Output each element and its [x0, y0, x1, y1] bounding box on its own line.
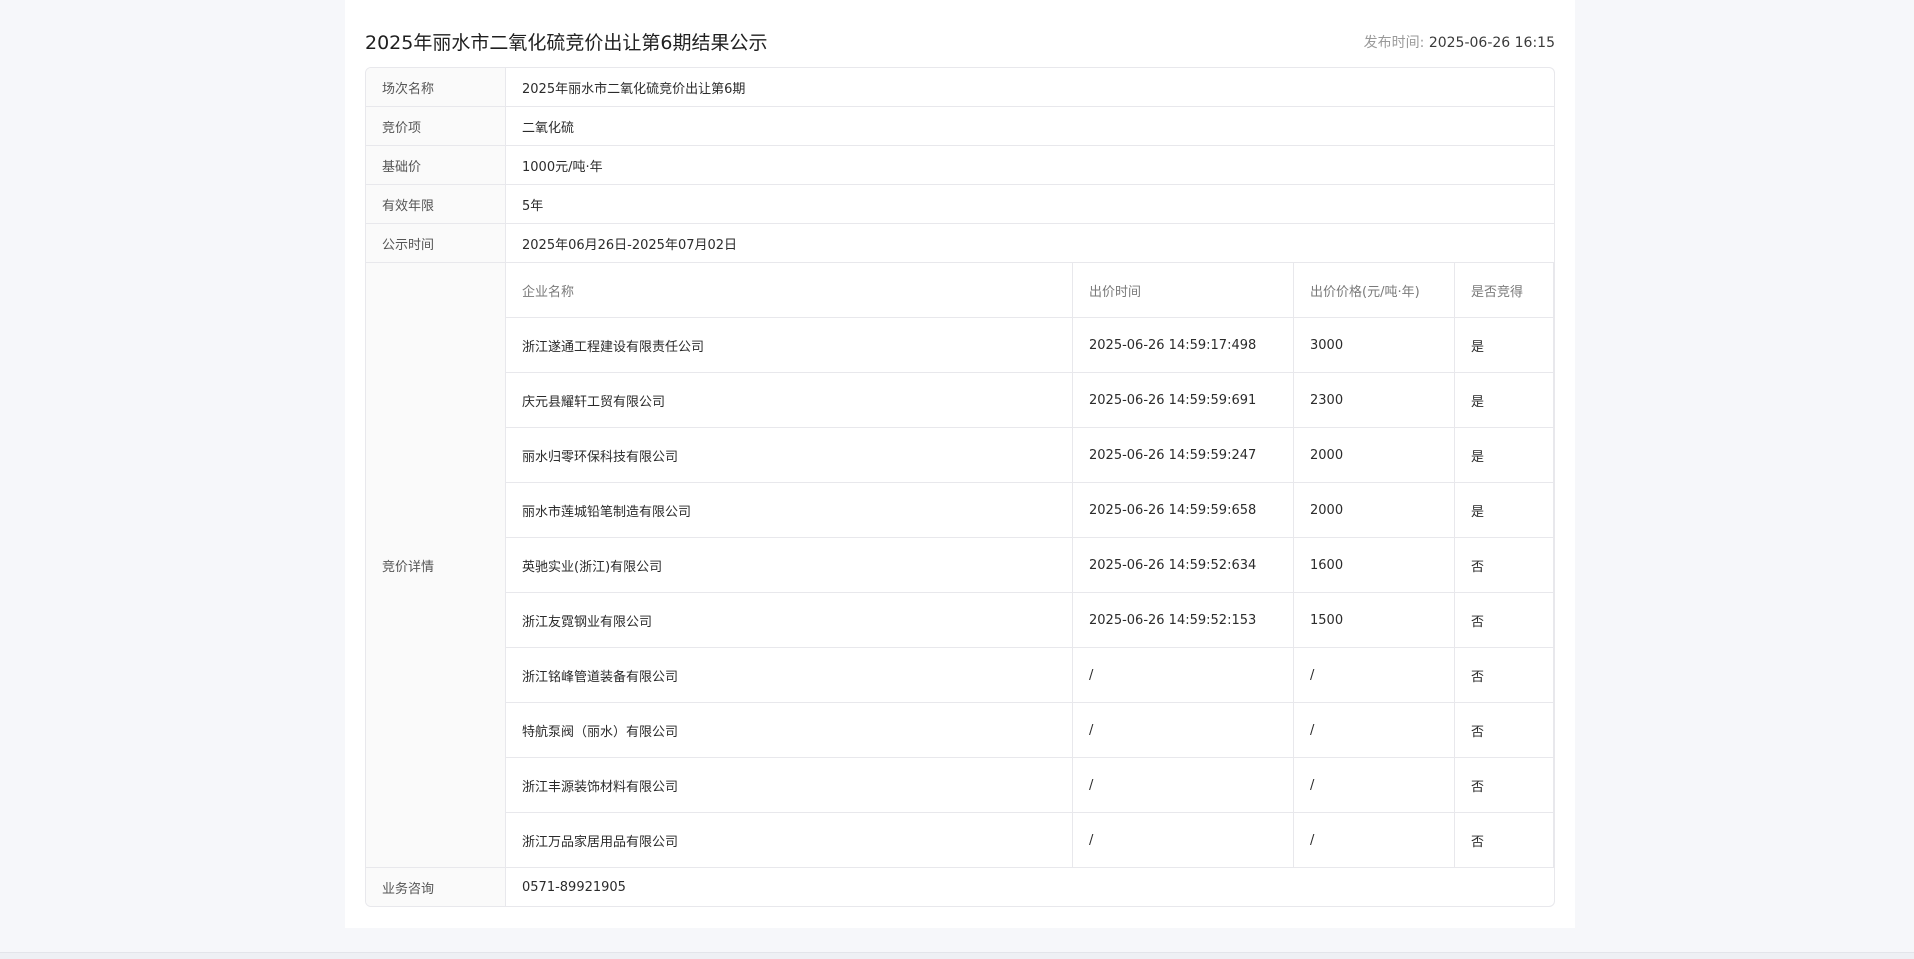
info-row-base-price: 基础价 1000元/吨·年	[366, 146, 1554, 185]
bid-time-cell: 2025-06-26 14:59:52:634	[1072, 537, 1294, 593]
page-title: 2025年丽水市二氧化硫竞价出让第6期结果公示	[365, 32, 768, 54]
info-row-item: 竞价项 二氧化硫	[366, 107, 1554, 146]
company-cell: 丽水归零环保科技有限公司	[506, 427, 1073, 483]
notice-period-value: 2025年06月26日-2025年07月02日	[522, 237, 738, 253]
table-row: 浙江遂通工程建设有限责任公司 2025-06-26 14:59:17:498 3…	[506, 317, 1554, 373]
bid-price-cell: /	[1293, 702, 1455, 758]
bid-time-cell: 2025-06-26 14:59:59:658	[1072, 482, 1294, 538]
bid-price-cell: /	[1293, 812, 1455, 867]
won-cell: 否	[1454, 812, 1554, 867]
bid-time-cell: /	[1072, 757, 1294, 813]
won-cell: 否	[1454, 647, 1554, 703]
notice-header: 2025年丽水市二氧化硫竞价出让第6期结果公示 发布时间: 2025-06-26…	[365, 28, 1555, 60]
info-row-bid-details: 竞价详情 企业名称 出价时间 出价价格(元/吨·年) 是否竞得 浙江遂通工程建设…	[366, 263, 1554, 868]
bid-time-cell: 2025-06-26 14:59:59:247	[1072, 427, 1294, 483]
bid-time-cell: /	[1072, 812, 1294, 867]
valid-years-label: 有效年限	[366, 185, 506, 223]
notice-period-label: 公示时间	[366, 224, 506, 262]
won-cell: 是	[1454, 427, 1554, 483]
won-cell: 否	[1454, 592, 1554, 648]
bid-details-value: 企业名称 出价时间 出价价格(元/吨·年) 是否竞得 浙江遂通工程建设有限责任公…	[506, 263, 1554, 867]
company-cell: 丽水市莲城铅笔制造有限公司	[506, 482, 1073, 538]
table-row: 浙江丰源装饰材料有限公司 / / 否	[506, 757, 1554, 813]
info-row-consult: 业务咨询 0571-89921905	[366, 868, 1554, 906]
company-cell: 英驰实业(浙江)有限公司	[506, 537, 1073, 593]
bid-price-cell: 1500	[1293, 592, 1455, 648]
info-row-valid-years: 有效年限 5年	[366, 185, 1554, 224]
bid-price-cell: /	[1293, 757, 1455, 813]
company-cell: 浙江遂通工程建设有限责任公司	[506, 317, 1073, 373]
table-row: 英驰实业(浙江)有限公司 2025-06-26 14:59:52:634 160…	[506, 537, 1554, 593]
bid-price-cell: 2000	[1293, 427, 1455, 483]
won-cell: 是	[1454, 372, 1554, 428]
bid-price-cell: 2300	[1293, 372, 1455, 428]
publish-time-label: 发布时间:	[1363, 35, 1425, 51]
table-row: 特航泵阀（丽水）有限公司 / / 否	[506, 702, 1554, 758]
base-price-label: 基础价	[366, 146, 506, 184]
company-cell: 浙江万品家居用品有限公司	[506, 812, 1073, 867]
bid-table-header-row: 企业名称 出价时间 出价价格(元/吨·年) 是否竞得	[506, 263, 1554, 318]
table-row: 浙江友霓钢业有限公司 2025-06-26 14:59:52:153 1500 …	[506, 592, 1554, 648]
session-value: 2025年丽水市二氧化硫竞价出让第6期	[522, 81, 746, 97]
table-row: 丽水市莲城铅笔制造有限公司 2025-06-26 14:59:59:658 20…	[506, 482, 1554, 538]
bid-time-cell: 2025-06-26 14:59:59:691	[1072, 372, 1294, 428]
bid-price-cell: 2000	[1293, 482, 1455, 538]
company-cell: 浙江友霓钢业有限公司	[506, 592, 1073, 648]
bid-price-cell: /	[1293, 647, 1455, 703]
table-row: 浙江铭峰管道装备有限公司 / / 否	[506, 647, 1554, 703]
table-row: 庆元县耀轩工贸有限公司 2025-06-26 14:59:59:691 2300…	[506, 372, 1554, 428]
bid-details-label: 竞价详情	[366, 263, 506, 867]
won-cell: 否	[1454, 702, 1554, 758]
company-cell: 浙江丰源装饰材料有限公司	[506, 757, 1073, 813]
bid-time-cell: /	[1072, 702, 1294, 758]
consult-label: 业务咨询	[366, 868, 506, 906]
column-header-bid-time: 出价时间	[1072, 263, 1294, 318]
info-row-notice-period: 公示时间 2025年06月26日-2025年07月02日	[366, 224, 1554, 263]
bid-details-table: 企业名称 出价时间 出价价格(元/吨·年) 是否竞得 浙江遂通工程建设有限责任公…	[506, 263, 1554, 867]
column-header-won: 是否竞得	[1454, 263, 1554, 318]
base-price-value: 1000元/吨·年	[522, 159, 603, 175]
bid-price-cell: 3000	[1293, 317, 1455, 373]
table-row: 浙江万品家居用品有限公司 / / 否	[506, 812, 1554, 867]
bid-time-cell: 2025-06-26 14:59:52:153	[1072, 592, 1294, 648]
won-cell: 是	[1454, 317, 1554, 373]
publish-time: 发布时间: 2025-06-26 16:15	[1364, 32, 1555, 54]
column-header-company: 企业名称	[506, 263, 1073, 318]
item-value: 二氧化硫	[522, 120, 575, 136]
company-cell: 庆元县耀轩工贸有限公司	[506, 372, 1073, 428]
company-cell: 浙江铭峰管道装备有限公司	[506, 647, 1073, 703]
won-cell: 否	[1454, 757, 1554, 813]
bid-time-cell: /	[1072, 647, 1294, 703]
table-row: 丽水归零环保科技有限公司 2025-06-26 14:59:59:247 200…	[506, 427, 1554, 483]
notice-info-table: 场次名称 2025年丽水市二氧化硫竞价出让第6期 竞价项 二氧化硫 基础价 10…	[365, 67, 1555, 907]
won-cell: 否	[1454, 537, 1554, 593]
won-cell: 是	[1454, 482, 1554, 538]
consult-value: 0571-89921905	[522, 879, 626, 895]
item-label: 竞价项	[366, 107, 506, 145]
bid-time-cell: 2025-06-26 14:59:17:498	[1072, 317, 1294, 373]
column-header-bid-price: 出价价格(元/吨·年)	[1293, 263, 1455, 318]
valid-years-value: 5年	[522, 198, 544, 214]
company-cell: 特航泵阀（丽水）有限公司	[506, 702, 1073, 758]
publish-time-value: 2025-06-26 16:15	[1428, 35, 1555, 51]
result-notice-page: 2025年丽水市二氧化硫竞价出让第6期结果公示 发布时间: 2025-06-26…	[345, 0, 1575, 928]
bid-price-cell: 1600	[1293, 537, 1455, 593]
session-label: 场次名称	[366, 68, 506, 106]
info-row-session: 场次名称 2025年丽水市二氧化硫竞价出让第6期	[366, 68, 1554, 107]
